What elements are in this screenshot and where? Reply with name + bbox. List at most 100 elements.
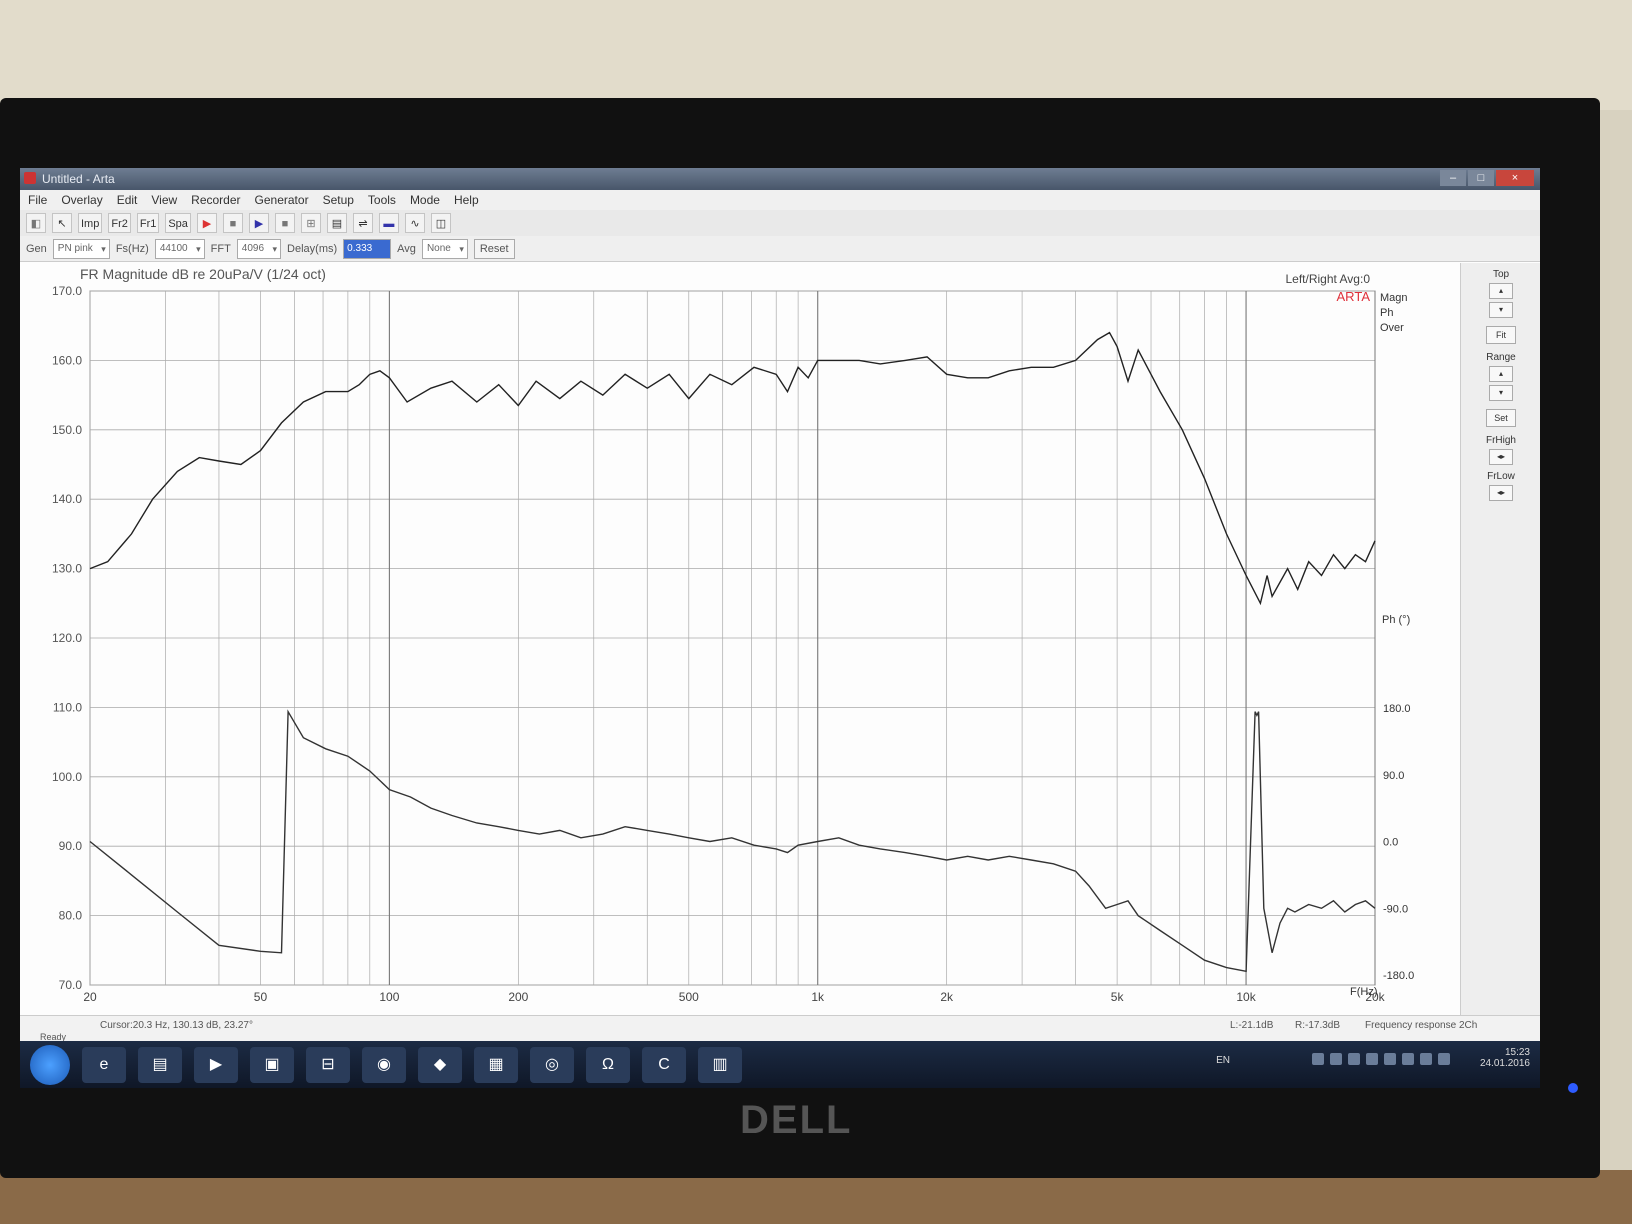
- y2-tick-label: 0.0: [1383, 837, 1398, 849]
- frhigh-stepper[interactable]: ◂▸: [1489, 449, 1513, 465]
- options-bar: Gen PN pink Fs(Hz) 44100 FFT 4096 Delay(…: [20, 236, 1540, 262]
- top-up-button[interactable]: ▴: [1489, 283, 1513, 299]
- x-axis-label: F(Hz): [1350, 986, 1378, 998]
- legend-magn[interactable]: Magn: [1380, 292, 1408, 304]
- tray-icon[interactable]: [1348, 1053, 1360, 1065]
- levels-icon[interactable]: ⇌: [352, 213, 373, 233]
- x-tick-label: 1k: [811, 990, 825, 1004]
- range-label: Range: [1486, 352, 1516, 363]
- fs-select[interactable]: 44100: [154, 238, 205, 259]
- tray-icon[interactable]: [1384, 1053, 1396, 1065]
- tray-icon[interactable]: [1312, 1053, 1324, 1065]
- cursor-readout: Cursor:20.3 Hz, 130.13 dB, 23.27°: [100, 1020, 253, 1031]
- open-icon[interactable]: ◧: [26, 213, 46, 233]
- ccleaner-icon[interactable]: C: [642, 1046, 686, 1083]
- x-tick-label: 500: [679, 990, 699, 1004]
- frlow-stepper[interactable]: ◂▸: [1489, 485, 1513, 501]
- spectrum-icon[interactable]: ▬: [378, 213, 399, 233]
- generator-icon[interactable]: ⊞: [300, 213, 321, 233]
- document-icon[interactable]: ▦: [474, 1046, 518, 1083]
- language-indicator[interactable]: EN: [1216, 1055, 1230, 1066]
- menu-setup[interactable]: Setup: [323, 193, 354, 207]
- clock-time[interactable]: 15:23: [1480, 1047, 1530, 1058]
- waveform-icon[interactable]: ∿: [404, 213, 425, 233]
- reset-button[interactable]: Reset: [473, 238, 515, 259]
- calibrate-icon[interactable]: ▤: [326, 213, 347, 233]
- arta-taskbar-icon[interactable]: ▥: [698, 1046, 742, 1083]
- top-down-button[interactable]: ▾: [1489, 302, 1513, 318]
- photo-icon[interactable]: ▣: [250, 1046, 294, 1083]
- x-tick-label: 100: [379, 990, 399, 1004]
- menu-overlay[interactable]: Overlay: [61, 193, 102, 207]
- taskbar: e ▤ ▶ ▣ ⊟ ◉ ◆ ▦ ◎ Ω C ▥ EN 15:23 24.01.2…: [20, 1041, 1540, 1088]
- delay-input[interactable]: 0.333: [343, 238, 392, 259]
- y-tick-label: 100.0: [52, 770, 82, 784]
- set-button[interactable]: Set: [1486, 409, 1516, 427]
- avg-select[interactable]: None: [421, 238, 468, 259]
- fft-select[interactable]: 4096: [236, 238, 282, 259]
- media-player-icon[interactable]: ▶: [194, 1046, 238, 1083]
- tray-icons: [1312, 1053, 1450, 1065]
- omega-icon[interactable]: Ω: [586, 1046, 630, 1083]
- flag-icon[interactable]: [1438, 1053, 1450, 1065]
- menu-file[interactable]: File: [28, 193, 47, 207]
- menu-recorder[interactable]: Recorder: [191, 193, 240, 207]
- explorer-icon[interactable]: ▤: [138, 1046, 182, 1083]
- window-controls: – □ ×: [1440, 170, 1534, 186]
- fr1-button[interactable]: Fr1: [136, 213, 160, 233]
- menu-help[interactable]: Help: [454, 193, 479, 207]
- menu-mode[interactable]: Mode: [410, 193, 440, 207]
- series-line-magn: [89, 331, 1376, 606]
- fs-label: Fs(Hz): [115, 242, 149, 255]
- menu-edit[interactable]: Edit: [117, 193, 138, 207]
- y2-tick-label: -180.0: [1383, 970, 1414, 982]
- fr2-button[interactable]: Fr2: [108, 213, 131, 233]
- y-tick-label: 130.0: [52, 562, 82, 576]
- x-tick-label: 5k: [1111, 990, 1125, 1004]
- imp-button[interactable]: Imp: [78, 213, 103, 233]
- left-level: L:-21.1dB: [1230, 1020, 1274, 1031]
- side-panel: Top ▴ ▾ Fit Range ▴ ▾ Set FrHigh ◂▸ FrLo…: [1460, 263, 1540, 1015]
- close-button[interactable]: ×: [1496, 170, 1534, 186]
- right-level: R:-17.3dB: [1295, 1020, 1341, 1031]
- record-play-icon[interactable]: ▶: [196, 213, 217, 233]
- frlow-label: FrLow: [1487, 471, 1515, 482]
- record-stop-icon[interactable]: ■: [222, 213, 243, 233]
- menu-tools[interactable]: Tools: [368, 193, 396, 207]
- cat-icon[interactable]: ◆: [418, 1046, 462, 1083]
- range-up-button[interactable]: ▴: [1489, 366, 1513, 382]
- y-tick-label: 110.0: [53, 700, 82, 714]
- frequency-response-chart[interactable]: 170.0 160.0 150.0 140.0 130.0 120.0 110.0 100.0…: [20, 263, 1460, 1015]
- plot-area[interactable]: 170.0 160.0 150.0 140.0 130.0 120.0 110.0 100.0…: [20, 263, 1460, 1015]
- menu-view[interactable]: View: [151, 193, 177, 207]
- y-tick-label: 70.0: [59, 978, 83, 992]
- clock-date[interactable]: 24.01.2016: [1480, 1058, 1530, 1069]
- volume-icon[interactable]: [1420, 1053, 1432, 1065]
- pointer-icon[interactable]: ↖: [52, 213, 72, 233]
- tray-icon[interactable]: [1330, 1053, 1342, 1065]
- menu-generator[interactable]: Generator: [255, 193, 309, 207]
- scope-icon[interactable]: ◫: [430, 213, 451, 233]
- network-icon[interactable]: ⊟: [306, 1046, 350, 1083]
- tray-icon[interactable]: [1366, 1053, 1378, 1065]
- play-icon[interactable]: ▶: [248, 213, 269, 233]
- tray-icon[interactable]: [1402, 1053, 1414, 1065]
- legend-over[interactable]: Over: [1380, 322, 1404, 334]
- minimize-button[interactable]: –: [1440, 170, 1466, 186]
- gen-select[interactable]: PN pink: [52, 238, 110, 259]
- stop-icon[interactable]: ■: [274, 213, 295, 233]
- browser-icon[interactable]: ◉: [362, 1046, 406, 1083]
- maximize-button[interactable]: □: [1468, 170, 1494, 186]
- x-tick-label: 50: [254, 990, 268, 1004]
- y2-axis-label: Ph (°): [1382, 614, 1410, 626]
- fit-button[interactable]: Fit: [1486, 326, 1516, 344]
- screen: Untitled - Arta – □ × File Overlay Edit …: [20, 168, 1540, 1088]
- range-down-button[interactable]: ▾: [1489, 385, 1513, 401]
- monitor-bezel: Untitled - Arta – □ × File Overlay Edit …: [0, 98, 1600, 1178]
- audio-icon[interactable]: ◎: [530, 1046, 574, 1083]
- ie-icon[interactable]: e: [82, 1046, 126, 1083]
- system-tray: EN 15:23 24.01.2016: [1216, 1047, 1530, 1069]
- start-button[interactable]: [30, 1044, 70, 1085]
- legend-ph[interactable]: Ph: [1380, 307, 1393, 319]
- spa-button[interactable]: Spa: [165, 213, 191, 233]
